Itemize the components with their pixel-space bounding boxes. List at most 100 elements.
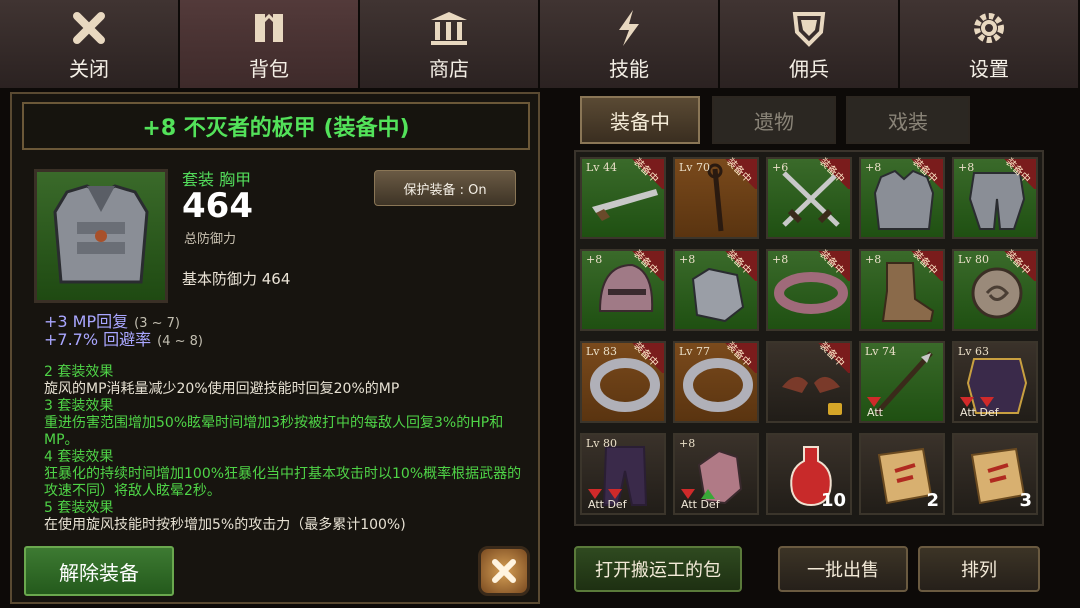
equipped-badge: 装备中 (630, 156, 664, 189)
equipped-badge: 装备中 (630, 248, 664, 281)
equipped-badge: 装备中 (816, 248, 850, 281)
tab-costumes[interactable]: 戏装 (846, 96, 970, 144)
protect-label: 保护装备 : On (403, 182, 487, 198)
equipped-badge: 装备中 (723, 156, 757, 189)
equipped-badge: 装备中 (723, 340, 757, 373)
equipped-badge-text: 装备中 (724, 340, 754, 370)
protect-equipment-toggle[interactable]: 保护装备 : On (374, 170, 516, 206)
item-title-bar: +8 不灭者的板甲 (装备中) (22, 102, 530, 150)
equipped-badge: 装备中 (630, 340, 664, 373)
tab-close[interactable]: 关闭 (0, 0, 180, 88)
set-effect-head: 4 套装效果 (44, 449, 114, 465)
tab-skill[interactable]: 技能 (540, 0, 720, 88)
inventory-slot[interactable]: Lv 80 装备中 (952, 248, 1038, 331)
equipped-badge-text: 装备中 (631, 340, 661, 370)
inventory-slot[interactable]: +8 装备中 (859, 156, 945, 239)
equipped-badge-text: 装备中 (817, 340, 847, 370)
set-effect-head: 2 套装效果 (44, 364, 114, 380)
tab-relics[interactable]: 遗物 (712, 96, 836, 144)
inventory-slot[interactable]: Lv 70 装备中 (673, 156, 759, 239)
tab-label: 关闭 (69, 57, 109, 81)
item-level: +8 (865, 253, 882, 266)
close-icon (67, 8, 111, 48)
item-level: Lv 77 (679, 345, 711, 358)
tab-label: 装备中 (610, 109, 670, 134)
tab-mercenary[interactable]: 佣兵 (720, 0, 900, 88)
inventory-slot[interactable]: 3 (952, 433, 1038, 515)
tab-label: 遗物 (754, 109, 794, 134)
item-detail-panel: +8 不灭者的板甲 (装备中) 套装 胸甲 464 总防御力 基本防御力 464… (10, 92, 540, 604)
gear-icon (967, 8, 1011, 48)
item-count: 10 (820, 490, 846, 511)
equipped-badge-text: 装备中 (724, 248, 754, 278)
inventory-slot[interactable]: +6 装备中 (766, 156, 852, 239)
button-label: 打开搬运工的包 (595, 560, 721, 581)
mercenary-shield-icon (787, 8, 831, 48)
skill-lightning-icon (607, 8, 651, 48)
close-detail-button[interactable] (478, 546, 530, 596)
stat-compare-label: Att Def (681, 498, 720, 511)
item-level: +8 (772, 253, 789, 266)
bulk-sell-button[interactable]: 一批出售 (778, 546, 908, 592)
tab-equipped[interactable]: 装备中 (580, 96, 700, 144)
set-effect-head: 5 套装效果 (44, 500, 114, 516)
item-level: +8 (679, 253, 696, 266)
stat-compare-label: Att Def (960, 406, 999, 419)
inventory-slot[interactable]: 装备中 (766, 340, 852, 423)
equipped-badge: 装备中 (723, 248, 757, 281)
set-effect-body: 狂暴化的持续时间增加100%狂暴化当中打基本攻击时以10%概率根据武器的攻速不同… (44, 466, 522, 499)
set-effect-body: 在使用旋风技能时按秒增加5%的攻击力（最多累计100%) (44, 517, 406, 533)
inventory-slot[interactable]: Lv 74 Att (859, 341, 945, 423)
close-icon (492, 559, 516, 583)
tab-label: 设置 (969, 57, 1009, 81)
tab-label: 商店 (429, 57, 469, 81)
set-effect-body: 旋风的MP消耗量减少20%使用回避技能时回复20%的MP (44, 381, 400, 397)
inventory-slot[interactable]: Lv 44 装备中 (580, 156, 666, 239)
inventory-slot[interactable]: +8 装备中 (952, 156, 1038, 239)
tab-shop[interactable]: 商店 (360, 0, 540, 88)
inventory-slot[interactable]: 10 (766, 433, 852, 515)
equipped-badge-text: 装备中 (631, 156, 661, 186)
sort-button[interactable]: 排列 (918, 546, 1040, 592)
inventory-slot[interactable]: Lv 77 装备中 (673, 340, 759, 423)
tab-label: 戏装 (888, 109, 928, 134)
backpack-icon (247, 8, 291, 48)
inventory-slot[interactable]: +8 装备中 (859, 248, 945, 331)
tab-backpack[interactable]: 背包 (180, 0, 360, 88)
item-level: Lv 80 (958, 253, 990, 266)
stat-range: (4 ~ 8) (157, 334, 203, 349)
inventory-slot[interactable]: +8 装备中 (766, 248, 852, 331)
inventory-slot[interactable]: +8 装备中 (673, 248, 759, 331)
inventory-grid: Lv 44 装备中 Lv 70 装备中 +6 装备中 +8 装备中 +8 装备中 +8 装备中 +8 装备… (574, 150, 1044, 526)
inventory-slot[interactable]: 2 (859, 433, 945, 515)
inventory-slot[interactable]: Lv 63 Att Def (952, 341, 1038, 423)
equipped-badge-text: 装备中 (910, 248, 940, 278)
inventory-slot[interactable]: +8 装备中 (580, 248, 666, 331)
equipped-badge-text: 装备中 (817, 156, 847, 186)
equipped-badge-text: 装备中 (631, 248, 661, 278)
set-effects: 2 套装效果 旋风的MP消耗量减少20%使用回避技能时回复20%的MP 3 套装… (44, 364, 534, 534)
equipped-badge: 装备中 (1002, 156, 1036, 189)
item-level: +8 (679, 437, 696, 450)
inventory-slot[interactable]: +8 Att Def (673, 433, 759, 515)
stat-compare-label: Att (867, 406, 883, 419)
item-level: Lv 44 (586, 161, 618, 174)
equipped-badge: 装备中 (1002, 248, 1036, 281)
unequip-label: 解除装备 (59, 560, 139, 585)
item-count: 2 (926, 490, 939, 511)
unequip-button[interactable]: 解除装备 (24, 546, 174, 596)
equipped-badge: 装备中 (909, 156, 943, 189)
inventory-slot[interactable]: Lv 83 装备中 (580, 340, 666, 423)
equipped-badge: 装备中 (909, 248, 943, 281)
tab-settings[interactable]: 设置 (900, 0, 1080, 88)
equipped-badge-text: 装备中 (1003, 248, 1033, 278)
inventory-slot[interactable]: Lv 80 Att Def (580, 433, 666, 515)
item-level: Lv 83 (586, 345, 618, 358)
base-defense: 基本防御力 464 (182, 270, 291, 288)
stat-compare-label: Att Def (588, 498, 627, 511)
stat-evasion: +7.7% 回避率 (4 ~ 8) (44, 326, 203, 350)
item-level: +8 (586, 253, 603, 266)
item-level: Lv 70 (679, 161, 711, 174)
open-porter-bag-button[interactable]: 打开搬运工的包 (574, 546, 742, 592)
equipped-badge-text: 装备中 (1003, 156, 1033, 186)
